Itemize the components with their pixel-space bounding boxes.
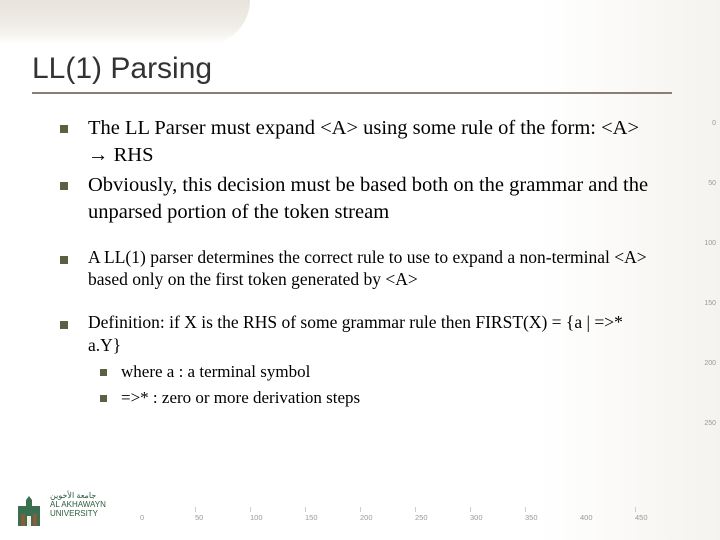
bullet-text: A LL(1) parser determines the correct ru…	[88, 246, 660, 292]
ruler-label: 200	[704, 360, 716, 367]
bullet-square-icon	[60, 256, 68, 264]
ruler-tick	[525, 507, 526, 512]
ruler-label: 150	[704, 300, 716, 307]
slide-content: The LL Parser must expand <A> using some…	[60, 115, 660, 413]
ruler-tick	[250, 507, 251, 512]
title-underline	[32, 92, 672, 94]
bullet-square-icon	[60, 321, 68, 329]
ruler-label: 200	[360, 513, 373, 522]
bullet-text: =>* : zero or more derivation steps	[121, 387, 360, 409]
bullet-text: The LL Parser must expand <A> using some…	[88, 115, 660, 168]
ruler-label: 100	[250, 513, 263, 522]
ruler-horizontal: 0 50 100 150 200 250 300 350 400 450	[140, 510, 680, 522]
ruler-tick	[305, 507, 306, 512]
ruler-vertical: 0 50 100 150 200 250	[702, 120, 720, 450]
ruler-tick	[415, 507, 416, 512]
sub-bullet-item: =>* : zero or more derivation steps	[60, 387, 660, 409]
ruler-label: 50	[195, 513, 203, 522]
logo-line-university: UNIVERSITY	[50, 510, 106, 519]
bullet-text: Obviously, this decision must be based b…	[88, 172, 660, 225]
sub-bullet-item: where a : a terminal symbol	[60, 361, 660, 383]
slide: LL(1) Parsing The LL Parser must expand …	[0, 0, 720, 540]
university-logo: جامعة الأخوين AL AKHAWAYN UNIVERSITY	[12, 490, 122, 530]
bullet-item: Obviously, this decision must be based b…	[60, 172, 660, 225]
bullet-item: Definition: if X is the RHS of some gram…	[60, 311, 660, 357]
ruler-label: 150	[305, 513, 318, 522]
spacer	[60, 230, 660, 246]
ruler-tick	[360, 507, 361, 512]
ruler-label: 250	[415, 513, 428, 522]
bullet-text: where a : a terminal symbol	[121, 361, 310, 383]
ruler-tick	[635, 507, 636, 512]
logo-building-icon	[12, 496, 46, 530]
ruler-label: 0	[140, 513, 144, 522]
bullet-text: Definition: if X is the RHS of some gram…	[88, 311, 660, 357]
ruler-label: 100	[704, 240, 716, 247]
bullet-item: A LL(1) parser determines the correct ru…	[60, 246, 660, 292]
bullet-square-icon	[60, 182, 68, 190]
bullet-square-icon	[100, 369, 107, 376]
ruler-tick	[470, 507, 471, 512]
spacer	[60, 295, 660, 311]
bullet-square-icon	[100, 395, 107, 402]
ruler-label: 50	[708, 180, 716, 187]
bullet-square-icon	[60, 125, 68, 133]
ruler-label: 250	[704, 420, 716, 427]
ruler-label: 400	[580, 513, 593, 522]
bullet-item: The LL Parser must expand <A> using some…	[60, 115, 660, 168]
title-area: LL(1) Parsing	[32, 52, 672, 94]
top-decoration	[0, 0, 250, 45]
slide-title: LL(1) Parsing	[32, 52, 672, 86]
ruler-label: 300	[470, 513, 483, 522]
logo-text: جامعة الأخوين AL AKHAWAYN UNIVERSITY	[50, 492, 106, 518]
ruler-label: 350	[525, 513, 538, 522]
ruler-label: 0	[712, 120, 716, 127]
ruler-tick	[195, 507, 196, 512]
ruler-label: 450	[635, 513, 648, 522]
